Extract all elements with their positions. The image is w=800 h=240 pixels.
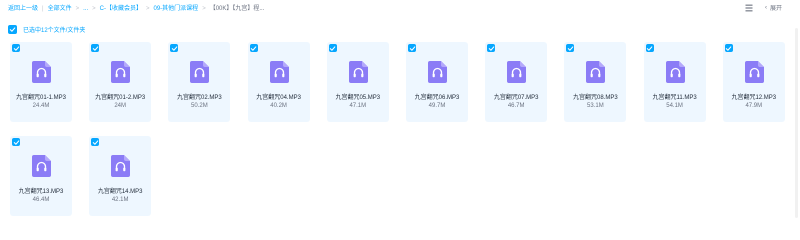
- file-card[interactable]: 九宫翻咒13.MP3 46.4M: [10, 136, 72, 216]
- file-card[interactable]: 九宫翻咒01-2.MP3 24M: [89, 42, 152, 122]
- file-name: 九宫翻咒14.MP3: [97, 189, 143, 195]
- audio-file-icon: [190, 61, 210, 83]
- file-card[interactable]: 九宫翻咒05.MP3 47.1M: [326, 42, 389, 122]
- breadcrumb-arrow: >: [75, 6, 80, 12]
- expand-button[interactable]: ‹ 展开: [764, 3, 782, 13]
- file-name: 九宫翻咒12.MP3: [731, 95, 777, 101]
- audio-file-icon: [269, 61, 289, 83]
- breadcrumb-other-courses[interactable]: 09-其他门派课程: [154, 4, 199, 14]
- file-card[interactable]: 九宫翻咒11.MP3 54.1M: [643, 42, 706, 122]
- file-checkbox[interactable]: [487, 44, 496, 52]
- breadcrumb-current-folder: 【00K】【九宫】程...: [209, 6, 265, 12]
- file-checkbox[interactable]: [91, 138, 100, 146]
- toolbar: 返回上一级 | 全部文件 > ... > C-【收藏会员】 > 09-其他门派课…: [0, 0, 800, 18]
- file-name: 九宫翻咒01-1.MP3: [15, 95, 66, 101]
- file-name: 九宫翻咒07.MP3: [493, 95, 539, 101]
- file-size: 40.2M: [270, 103, 287, 109]
- file-checkbox[interactable]: [645, 44, 654, 52]
- file-name: 九宫翻咒06.MP3: [414, 95, 460, 101]
- file-size: 24M: [114, 103, 127, 109]
- breadcrumb-arrow: >: [202, 6, 206, 12]
- breadcrumb-all-files[interactable]: 全部文件: [48, 4, 72, 14]
- breadcrumb-arrow: >: [92, 6, 96, 12]
- audio-file-icon: [32, 61, 51, 83]
- file-size: 47.1M: [349, 103, 367, 109]
- select-all-checkbox[interactable]: [8, 25, 17, 34]
- audio-file-icon: [665, 61, 685, 83]
- file-card[interactable]: 九宫翻咒07.MP3 46.7M: [485, 42, 548, 122]
- breadcrumb-arrow: >: [145, 6, 150, 12]
- file-checkbox[interactable]: [170, 44, 179, 52]
- file-card[interactable]: 九宫翻咒14.MP3 42.1M: [89, 136, 152, 216]
- file-name: 九宫翻咒13.MP3: [18, 189, 64, 195]
- audio-file-icon: [111, 61, 131, 83]
- file-card[interactable]: 九宫翻咒06.MP3 49.7M: [406, 42, 468, 122]
- file-size: 53.1M: [587, 103, 604, 109]
- file-checkbox[interactable]: [12, 44, 20, 52]
- file-size: 42.1M: [111, 197, 129, 203]
- file-size: 49.7M: [428, 103, 446, 109]
- file-size: 50.2M: [191, 103, 208, 109]
- audio-file-icon: [507, 61, 527, 83]
- file-browser: 返回上一级 | 全部文件 > ... > C-【收藏会员】 > 09-其他门派课…: [0, 0, 800, 228]
- file-checkbox[interactable]: [408, 44, 416, 52]
- file-name: 九宫翻咒08.MP3: [573, 95, 618, 101]
- breadcrumb: 返回上一级 | 全部文件 > ... > C-【收藏会员】 > 09-其他门派课…: [8, 4, 264, 14]
- breadcrumb-back[interactable]: 返回上一级: [8, 4, 38, 14]
- expand-label: 展开: [769, 6, 782, 12]
- file-name: 九宫翻咒11.MP3: [652, 95, 697, 101]
- file-checkbox[interactable]: [91, 44, 100, 52]
- file-size: 47.9M: [745, 103, 763, 109]
- file-checkbox[interactable]: [566, 44, 575, 52]
- audio-file-icon: [428, 61, 447, 83]
- audio-file-icon: [32, 155, 51, 177]
- file-card[interactable]: 九宫翻咒01-1.MP3 24.4M: [10, 42, 72, 122]
- file-size: 54.1M: [666, 103, 683, 109]
- breadcrumb-ellipsis[interactable]: ...: [83, 4, 88, 14]
- audio-file-icon: [744, 61, 764, 83]
- file-card[interactable]: 九宫翻咒04.MP3 40.2M: [247, 42, 310, 122]
- file-checkbox[interactable]: [12, 138, 20, 146]
- audio-file-icon: [586, 61, 606, 83]
- file-name: 九宫翻咒01-2.MP3: [95, 95, 146, 101]
- select-all-row: 已选中12个文件/文件夹: [8, 25, 85, 34]
- file-card[interactable]: 九宫翻咒02.MP3 50.2M: [168, 42, 231, 122]
- file-checkbox[interactable]: [724, 44, 733, 52]
- breadcrumb-separator: |: [42, 6, 44, 12]
- scrollbar[interactable]: [795, 28, 798, 218]
- audio-file-icon: [348, 61, 368, 83]
- file-size: 46.7M: [507, 103, 525, 109]
- file-size: 24.4M: [32, 103, 50, 109]
- file-name: 九宫翻咒02.MP3: [177, 95, 222, 101]
- file-size: 46.4M: [32, 197, 50, 203]
- top-actions: ‹ 展开: [745, 3, 782, 12]
- file-name: 九宫翻咒04.MP3: [256, 95, 301, 101]
- file-card[interactable]: 九宫翻咒08.MP3 53.1M: [564, 42, 627, 122]
- file-checkbox[interactable]: [328, 44, 337, 52]
- file-checkbox[interactable]: [249, 44, 258, 52]
- chevron-left-icon: ‹: [764, 4, 767, 11]
- file-card[interactable]: 九宫翻咒12.MP3 47.9M: [722, 42, 785, 122]
- file-name: 九宫翻咒05.MP3: [335, 95, 381, 101]
- breadcrumb-vip-folder[interactable]: C-【收藏会员】: [100, 4, 142, 14]
- selection-count: 已选中12个文件/文件夹: [23, 28, 86, 34]
- layout-toggle-icon[interactable]: [745, 4, 753, 12]
- audio-file-icon: [111, 155, 131, 177]
